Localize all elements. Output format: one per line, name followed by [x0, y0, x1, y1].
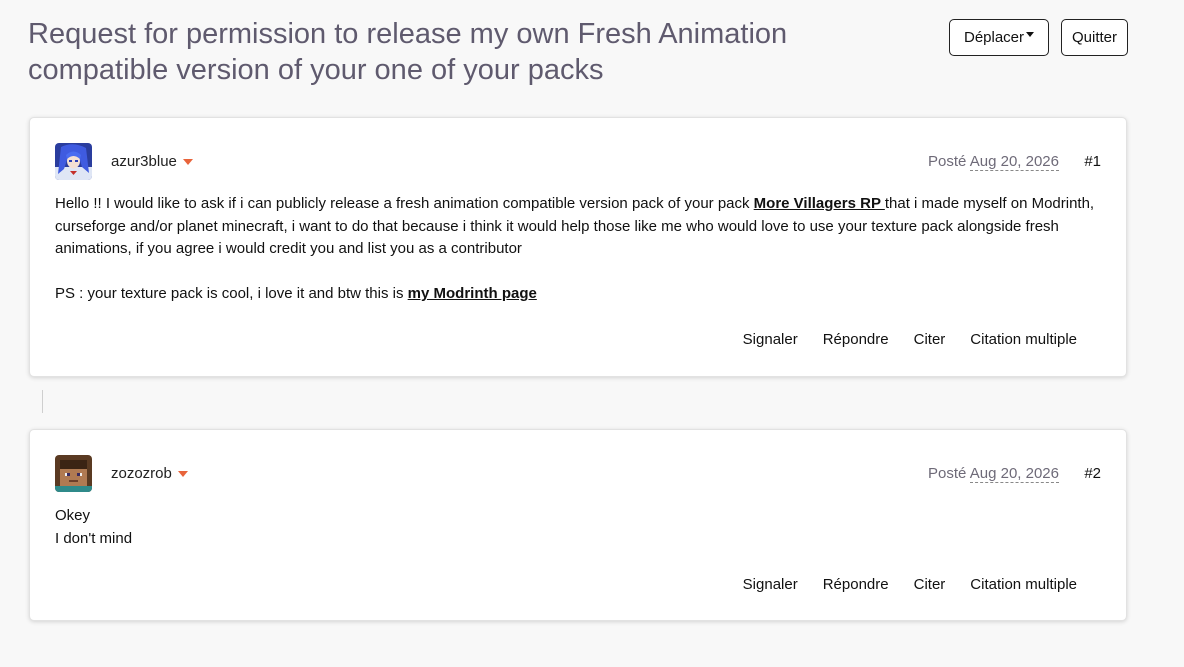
multi-quote-button[interactable]: Citation multiple — [970, 331, 1077, 348]
post-text: PS : your texture pack is cool, i love i… — [55, 285, 408, 302]
avatar[interactable] — [55, 143, 92, 180]
post-permalink[interactable]: #1 — [1084, 153, 1101, 170]
topic-page: Request for permission to release my own… — [0, 0, 1184, 667]
author-name: zozozrob — [111, 465, 172, 482]
quote-button[interactable]: Citer — [914, 331, 946, 348]
post-paragraph: PS : your texture pack is cool, i love i… — [55, 283, 1105, 306]
pack-link[interactable]: More Villagers RP — [754, 195, 885, 212]
post-author[interactable]: azur3blue — [111, 153, 193, 170]
post-date: Aug 20, 2026 — [969, 153, 1059, 171]
post-line: Okey — [55, 507, 91, 524]
move-topic-button[interactable]: Déplacer — [949, 19, 1049, 56]
post-paragraph: Hello !! I would like to ask if i can pu… — [55, 193, 1105, 261]
post-body: Okey I don't mind — [55, 505, 655, 550]
post-author[interactable]: zozozrob — [111, 465, 188, 482]
post-meta: Posté Aug 20, 2026 — [928, 465, 1059, 483]
post-2: zozozrob Posté Aug 20, 2026 #2 Okey I do… — [29, 429, 1127, 621]
quote-button[interactable]: Citer — [914, 576, 946, 593]
post-text: Hello !! I would like to ask if i can pu… — [55, 195, 754, 212]
post-date: Aug 20, 2026 — [969, 465, 1059, 483]
post-meta: Posté Aug 20, 2026 — [928, 153, 1059, 171]
reply-button[interactable]: Répondre — [823, 576, 889, 593]
modrinth-link[interactable]: my Modrinth page — [408, 285, 537, 302]
post-actions: Signaler Répondre Citer Citation multipl… — [718, 331, 1077, 348]
caret-down-icon — [1026, 32, 1035, 37]
post-line: I don't mind — [55, 529, 133, 547]
thread-connector — [42, 390, 43, 413]
report-button[interactable]: Signaler — [743, 331, 798, 348]
avatar[interactable] — [55, 455, 92, 492]
post-permalink[interactable]: #2 — [1084, 465, 1101, 482]
author-caret-icon — [182, 158, 193, 165]
post-actions: Signaler Répondre Citer Citation multipl… — [718, 576, 1077, 593]
move-topic-label: Déplacer — [963, 29, 1025, 46]
author-name: azur3blue — [111, 153, 177, 170]
posted-label: Posté — [928, 153, 967, 170]
page-title: Request for permission to release my own… — [28, 18, 788, 86]
post-body: Hello !! I would like to ask if i can pu… — [55, 193, 1105, 306]
post-1: azur3blue Posté Aug 20, 2026 #1 Hello !!… — [29, 117, 1127, 377]
report-button[interactable]: Signaler — [743, 576, 798, 593]
author-caret-icon — [177, 470, 188, 477]
reply-button[interactable]: Répondre — [823, 331, 889, 348]
multi-quote-button[interactable]: Citation multiple — [970, 576, 1077, 593]
posted-label: Posté — [928, 465, 967, 482]
quit-topic-button[interactable]: Quitter — [1061, 19, 1128, 56]
